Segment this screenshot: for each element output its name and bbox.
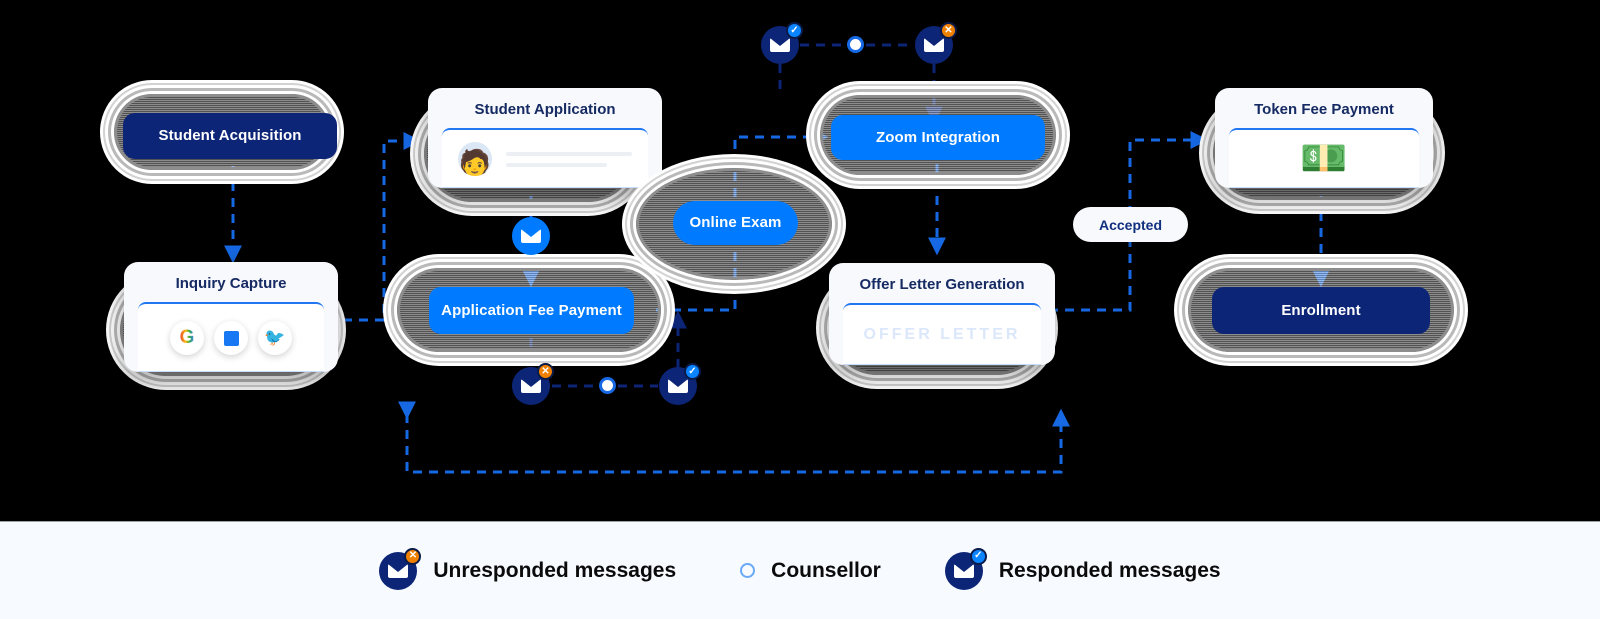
unresponded-message-icon: ✕: [379, 547, 422, 590]
top-left-badge[interactable]: ✓: [761, 22, 803, 64]
student-acquisition-pill[interactable]: Student Acquisition: [123, 113, 337, 159]
application-fee-payment-label: Application Fee Payment: [441, 301, 622, 319]
token-fee-payment-body: 💵: [1229, 128, 1419, 188]
zoom-integration-pill[interactable]: Zoom Integration: [831, 115, 1045, 160]
message-icon: [512, 217, 550, 255]
enrollment-label: Enrollment: [1281, 301, 1361, 319]
application-fee-payment-pill[interactable]: Application Fee Payment: [429, 287, 634, 334]
student-application-card[interactable]: Student Application 🧑: [428, 88, 662, 188]
top-right-badge[interactable]: ✕: [915, 22, 957, 64]
facebook-icon[interactable]: [214, 321, 248, 355]
online-exam-pill[interactable]: Online Exam: [673, 201, 798, 245]
inquiry-capture-card[interactable]: Inquiry Capture G 🐦: [124, 262, 338, 372]
responded-message-icon: ✓: [944, 547, 987, 590]
flow-canvas: Student Acquisition Inquiry Capture G 🐦: [0, 0, 1600, 521]
legend-label-responded: Responded messages: [998, 558, 1221, 582]
counsellor-icon-top: [847, 36, 864, 53]
responded-check-icon: ✓: [786, 22, 803, 39]
envelope-glyph: [770, 38, 790, 52]
zoom-integration-label: Zoom Integration: [875, 128, 1001, 146]
inquiry-capture-title: Inquiry Capture: [175, 275, 287, 292]
unresponded-cross-icon: ✕: [404, 547, 422, 565]
bottom-left-badge[interactable]: ✕: [512, 363, 554, 405]
application-badge[interactable]: [512, 217, 550, 255]
bottom-right-badge[interactable]: ✓: [659, 363, 701, 405]
diagram-stage: Student Acquisition Inquiry Capture G 🐦: [0, 0, 1600, 619]
money-icon: 💵: [1300, 138, 1348, 180]
envelope-glyph: [388, 563, 409, 578]
legend-item-responded: ✓ Responded messages: [944, 547, 1221, 590]
unresponded-cross-icon: ✕: [537, 363, 554, 380]
offer-letter-title: Offer Letter Generation: [859, 276, 1025, 293]
legend-label-counsellor: Counsellor: [771, 558, 881, 582]
student-application-body: 🧑: [442, 128, 648, 188]
edge-feedback-loop: [398, 401, 1070, 474]
inquiry-capture-body: G 🐦: [138, 302, 324, 372]
google-icon[interactable]: G: [170, 321, 204, 355]
placeholder-lines: [506, 151, 632, 167]
applicant-row: 🧑: [442, 142, 648, 176]
student-application-title: Student Application: [474, 101, 616, 118]
token-fee-payment-card[interactable]: Token Fee Payment 💵: [1215, 88, 1433, 188]
unresponded-cross-icon: ✕: [940, 22, 957, 39]
envelope-glyph: [953, 563, 974, 578]
offer-letter-body: OFFER LETTER: [843, 303, 1041, 365]
counsellor-icon-bottom: [599, 377, 616, 394]
accepted-label: Accepted: [1098, 216, 1163, 233]
online-exam-label: Online Exam: [689, 214, 782, 232]
responded-check-icon: ✓: [969, 547, 987, 565]
student-acquisition-label: Student Acquisition: [158, 127, 302, 145]
envelope-glyph: [521, 229, 541, 243]
twitter-icon[interactable]: 🐦: [258, 321, 292, 355]
facebook-square: [223, 330, 239, 346]
legend: ✕ Unresponded messages Counsellor ✓ Resp…: [0, 521, 1600, 619]
legend-label-unresponded: Unresponded messages: [433, 558, 677, 582]
legend-item-unresponded: ✕ Unresponded messages: [379, 547, 677, 590]
counsellor-icon: [740, 563, 756, 578]
token-fee-payment-title: Token Fee Payment: [1254, 101, 1394, 118]
envelope-glyph: [521, 379, 541, 393]
envelope-glyph: [924, 38, 944, 52]
legend-item-counsellor: Counsellor: [740, 559, 881, 583]
offer-letter-watermark: OFFER LETTER: [863, 326, 1021, 343]
envelope-glyph: [668, 379, 688, 393]
responded-check-icon: ✓: [684, 363, 701, 380]
offer-letter-card[interactable]: Offer Letter Generation OFFER LETTER: [829, 263, 1055, 365]
enrollment-pill[interactable]: Enrollment: [1212, 287, 1430, 334]
avatar: 🧑: [458, 142, 492, 176]
edge-label-accepted: Accepted: [1073, 207, 1188, 242]
